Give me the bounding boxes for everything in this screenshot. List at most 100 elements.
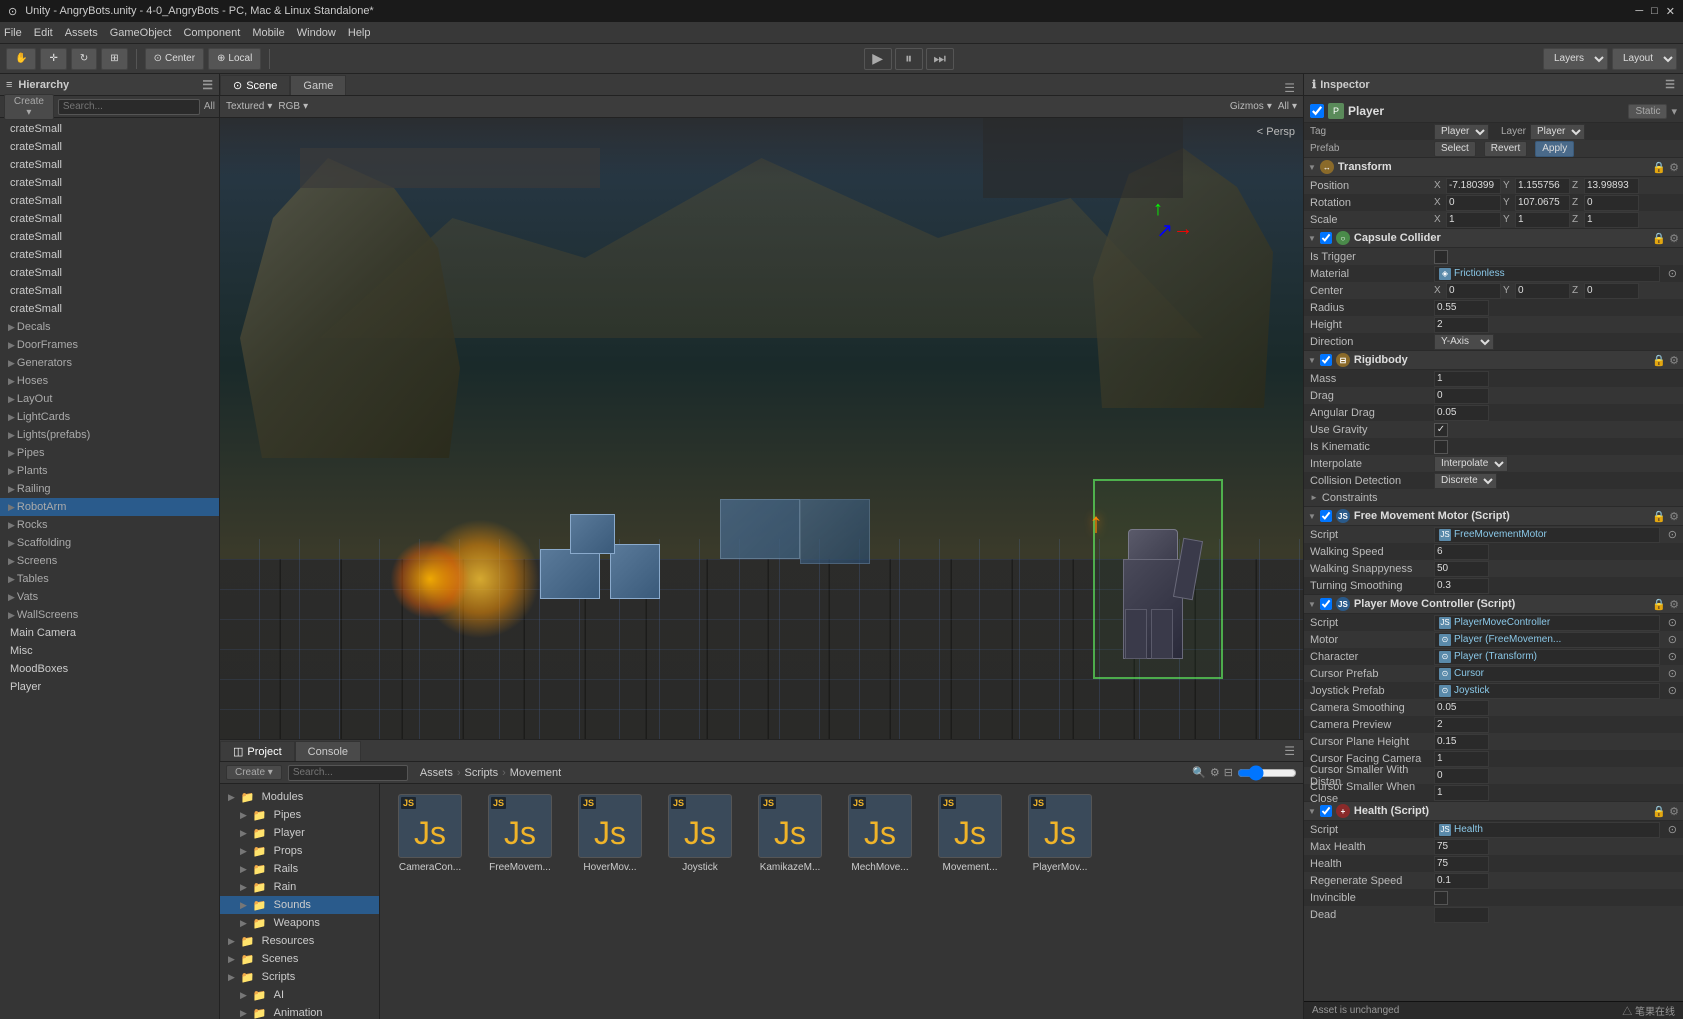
lock-icon[interactable]: 🔒 — [1652, 161, 1666, 174]
hierarchy-item[interactable]: ▶ DoorFrames — [0, 336, 219, 354]
walking-speed-input[interactable]: 6 — [1434, 544, 1489, 560]
scale-tool-btn[interactable]: ⊞ — [101, 48, 127, 70]
asset-item[interactable]: JS Js KamikazeM... — [750, 794, 830, 873]
scale-y-input[interactable]: 1 — [1515, 212, 1570, 228]
asset-folder-item[interactable]: ▶ 📁AI — [220, 986, 379, 1004]
slider-icon[interactable]: ⊟ — [1224, 766, 1233, 779]
cursor-plane-height-input[interactable]: 0.15 — [1434, 734, 1489, 750]
project-create-btn[interactable]: Create ▾ — [226, 765, 282, 780]
interpolate-select[interactable]: Interpolate — [1434, 456, 1508, 472]
inspector-menu-btn[interactable]: ☰ — [1665, 78, 1675, 91]
center-x-input[interactable]: 0 — [1446, 283, 1501, 299]
cursor-prefab-target[interactable]: ⊙ — [1668, 667, 1677, 680]
player-move-section[interactable]: ▼ JS Player Move Controller (Script) 🔒 ⚙ — [1304, 594, 1683, 614]
search-icon[interactable]: 🔍 — [1192, 766, 1206, 779]
breadcrumb-movement[interactable]: Movement — [510, 767, 561, 779]
hierarchy-item[interactable]: ▶ WallScreens — [0, 606, 219, 624]
tab-console[interactable]: Console — [295, 741, 361, 761]
hierarchy-item[interactable]: ▶ Plants — [0, 462, 219, 480]
radius-input[interactable]: 0.55 — [1434, 300, 1489, 316]
layout-dropdown[interactable]: Layout — [1612, 48, 1677, 70]
hierarchy-item[interactable]: ▶ Vats — [0, 588, 219, 606]
player-move-settings-icon[interactable]: ⚙ — [1669, 598, 1679, 611]
hand-tool-btn[interactable]: ✋ — [6, 48, 36, 70]
motor-target[interactable]: ⊙ — [1668, 633, 1677, 646]
hierarchy-menu-btn[interactable]: ☰ — [202, 78, 213, 92]
minimize-btn[interactable]: ─ — [1635, 5, 1643, 18]
revert-btn[interactable]: Revert — [1484, 141, 1527, 157]
fm-script-target[interactable]: ⊙ — [1668, 528, 1677, 541]
hierarchy-item[interactable]: crateSmall — [0, 156, 219, 174]
character-ref[interactable]: ⊙ Player (Transform) — [1434, 649, 1660, 665]
pm-script-target[interactable]: ⊙ — [1668, 616, 1677, 629]
menu-component[interactable]: Component — [183, 27, 240, 39]
tab-game[interactable]: Game — [290, 75, 346, 95]
turning-smoothing-input[interactable]: 0.3 — [1434, 578, 1489, 594]
pm-script-ref[interactable]: JS PlayerMoveController — [1434, 615, 1660, 631]
breadcrumb-scripts[interactable]: Scripts — [465, 767, 499, 779]
select-btn[interactable]: Select — [1434, 141, 1476, 157]
fm-script-ref[interactable]: JS FreeMovementMotor — [1434, 527, 1660, 543]
position-y-input[interactable]: 1.155756 — [1515, 178, 1570, 194]
settings-icon[interactable]: ⚙ — [1669, 161, 1679, 174]
obj-active-checkbox[interactable] — [1310, 104, 1324, 118]
all-btn[interactable]: All ▾ — [1278, 101, 1297, 112]
material-ref[interactable]: ◈ Frictionless — [1434, 266, 1660, 282]
asset-folder-item[interactable]: ▶ 📁Sounds — [220, 896, 379, 914]
invincible-checkbox[interactable] — [1434, 891, 1448, 905]
dead-input[interactable] — [1434, 907, 1489, 923]
hierarchy-item[interactable]: ▶ Pipes — [0, 444, 219, 462]
drag-input[interactable]: 0 — [1434, 388, 1489, 404]
hierarchy-item[interactable]: Main Camera — [0, 624, 219, 642]
direction-select[interactable]: Y-Axis — [1434, 334, 1494, 350]
tag-select[interactable]: Player — [1434, 124, 1489, 140]
rotation-y-input[interactable]: 107.0675 — [1515, 195, 1570, 211]
textured-dropdown[interactable]: Textured ▾ — [226, 101, 272, 112]
player-move-lock-icon[interactable]: 🔒 — [1652, 598, 1666, 611]
is-trigger-checkbox[interactable] — [1434, 250, 1448, 264]
menu-gameobject[interactable]: GameObject — [110, 27, 172, 39]
play-btn[interactable]: ▶ — [864, 48, 892, 70]
character-target[interactable]: ⊙ — [1668, 650, 1677, 663]
menu-file[interactable]: File — [4, 27, 22, 39]
free-movement-settings-icon[interactable]: ⚙ — [1669, 510, 1679, 523]
breadcrumb-assets[interactable]: Assets — [420, 767, 453, 779]
scale-x-input[interactable]: 1 — [1446, 212, 1501, 228]
obj-name[interactable]: Player — [1348, 104, 1624, 118]
rigidbody-enabled-cb[interactable] — [1320, 354, 1332, 366]
static-btn[interactable]: Static — [1628, 104, 1667, 119]
asset-item[interactable]: JS Js Joystick — [660, 794, 740, 873]
move-tool-btn[interactable]: ✛ — [40, 48, 66, 70]
bottom-menu-btn[interactable]: ☰ — [1284, 744, 1303, 758]
asset-folder-item[interactable]: ▶ 📁Weapons — [220, 914, 379, 932]
hierarchy-item[interactable]: Misc — [0, 642, 219, 660]
hierarchy-item[interactable]: crateSmall — [0, 138, 219, 156]
rotate-tool-btn[interactable]: ↻ — [71, 48, 97, 70]
collision-detection-select[interactable]: Discrete — [1434, 473, 1497, 489]
asset-item[interactable]: JS Js PlayerMov... — [1020, 794, 1100, 873]
tab-scene[interactable]: ⊙ Scene — [220, 75, 290, 95]
hierarchy-item[interactable]: Player — [0, 678, 219, 696]
hierarchy-item[interactable]: ▶ Hoses — [0, 372, 219, 390]
health-script-target[interactable]: ⊙ — [1668, 823, 1677, 836]
hierarchy-item[interactable]: ▶ Generators — [0, 354, 219, 372]
asset-item[interactable]: JS Js CameraCon... — [390, 794, 470, 873]
cursor-prefab-ref[interactable]: ⊙ Cursor — [1434, 666, 1660, 682]
menu-mobile[interactable]: Mobile — [252, 27, 284, 39]
motor-ref[interactable]: ⊙ Player (FreeMovemen... — [1434, 632, 1660, 648]
rgb-dropdown[interactable]: RGB ▾ — [278, 101, 308, 112]
hierarchy-item[interactable]: crateSmall — [0, 210, 219, 228]
angular-drag-input[interactable]: 0.05 — [1434, 405, 1489, 421]
project-search-input[interactable] — [288, 765, 408, 781]
layers-dropdown[interactable]: Layers — [1543, 48, 1608, 70]
hierarchy-item[interactable]: ▶ Tables — [0, 570, 219, 588]
rigidbody-lock-icon[interactable]: 🔒 — [1652, 354, 1666, 367]
cursor-smaller-close-input[interactable]: 1 — [1434, 785, 1489, 801]
is-kinematic-checkbox[interactable] — [1434, 440, 1448, 454]
health-script-ref[interactable]: JS Health — [1434, 822, 1660, 838]
hierarchy-item[interactable]: crateSmall — [0, 228, 219, 246]
hierarchy-item[interactable]: crateSmall — [0, 282, 219, 300]
capsule-enabled-cb[interactable] — [1320, 232, 1332, 244]
asset-folder-item[interactable]: ▶ 📁Animation — [220, 1004, 379, 1019]
size-slider[interactable] — [1237, 765, 1297, 781]
